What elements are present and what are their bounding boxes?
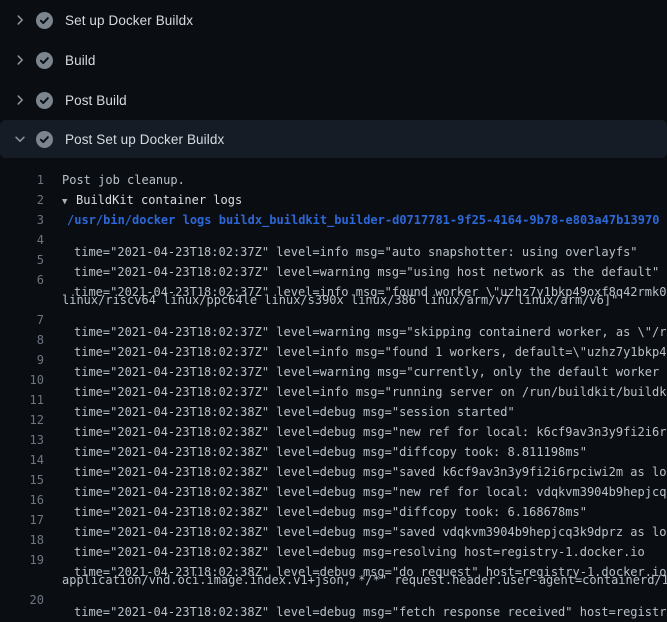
log-line-text: time="2021-04-23T18:02:38Z" level=debug … xyxy=(74,590,667,622)
log-line: 5time="2021-04-23T18:02:37Z" level=warni… xyxy=(0,250,667,270)
log-line-number[interactable]: 3 xyxy=(0,210,44,230)
log-line-number[interactable]: 11 xyxy=(0,390,44,410)
log-line: 7time="2021-04-23T18:02:37Z" level=warni… xyxy=(0,310,667,330)
log-line: 16time="2021-04-23T18:02:38Z" level=debu… xyxy=(0,490,667,510)
chevron-right-icon xyxy=(12,12,28,28)
step-header-set-up-docker-buildx[interactable]: Set up Docker Buildx xyxy=(0,0,667,40)
log-line-number[interactable]: 5 xyxy=(0,250,44,270)
step-header-build[interactable]: Build xyxy=(0,40,667,80)
log-line: 14time="2021-04-23T18:02:38Z" level=debu… xyxy=(0,450,667,470)
log-line: 6time="2021-04-23T18:02:37Z" level=info … xyxy=(0,270,667,290)
check-circle-icon xyxy=(36,92,53,109)
log-line: 8time="2021-04-23T18:02:37Z" level=info … xyxy=(0,330,667,350)
step-label: Set up Docker Buildx xyxy=(65,13,193,28)
log-line-number[interactable]: 15 xyxy=(0,470,44,490)
log-line-text: Post job cleanup. xyxy=(62,170,185,190)
step-label: Build xyxy=(65,53,96,68)
log-line-number[interactable]: 4 xyxy=(0,230,44,250)
log-line-number[interactable]: 2 xyxy=(0,190,44,210)
chevron-down-icon xyxy=(12,131,28,147)
log-line: 1 Post job cleanup. xyxy=(0,170,667,190)
log-line: 10time="2021-04-23T18:02:37Z" level=info… xyxy=(0,370,667,390)
log-line: 20time="2021-04-23T18:02:38Z" level=debu… xyxy=(0,590,667,610)
log-line-number[interactable]: 10 xyxy=(0,370,44,390)
log-line-number[interactable]: 7 xyxy=(0,310,44,330)
log-line-number[interactable]: 13 xyxy=(0,430,44,450)
log-line: 11time="2021-04-23T18:02:38Z" level=debu… xyxy=(0,390,667,410)
log-line-number[interactable]: 17 xyxy=(0,510,44,530)
log-line-number[interactable]: 9 xyxy=(0,350,44,370)
log-viewer: 1 Post job cleanup. 2 ▼BuildKit container l… xyxy=(0,158,667,610)
log-line: 19time="2021-04-23T18:02:38Z" level=debu… xyxy=(0,550,667,570)
log-line-number[interactable]: 6 xyxy=(0,270,44,290)
log-line: linux/riscv64 linux/ppc64le linux/s390x … xyxy=(0,290,667,310)
log-line-number[interactable]: 8 xyxy=(0,330,44,350)
step-label: Post Build xyxy=(65,93,127,108)
log-line-text: linux/riscv64 linux/ppc64le linux/s390x … xyxy=(62,290,618,310)
step-header-post-set-up-docker-buildx[interactable]: Post Set up Docker Buildx xyxy=(0,120,667,158)
log-line: 4time="2021-04-23T18:02:37Z" level=info … xyxy=(0,230,667,250)
step-header-post-build[interactable]: Post Build xyxy=(0,80,667,120)
log-line: application/vnd.oci.image.index.v1+json,… xyxy=(0,570,667,590)
log-line-number[interactable]: 12 xyxy=(0,410,44,430)
chevron-right-icon xyxy=(12,92,28,108)
log-line: 3/usr/bin/docker logs buildx_buildkit_bu… xyxy=(0,210,667,230)
log-line: 18time="2021-04-23T18:02:38Z" level=debu… xyxy=(0,530,667,550)
log-line: 13time="2021-04-23T18:02:38Z" level=debu… xyxy=(0,430,667,450)
check-circle-icon xyxy=(36,12,53,29)
step-label: Post Set up Docker Buildx xyxy=(65,132,224,147)
check-circle-icon xyxy=(36,52,53,69)
steps-list: Set up Docker Buildx Build Post Build Post … xyxy=(0,0,667,158)
chevron-right-icon xyxy=(12,52,28,68)
group-toggle-icon[interactable]: ▼ xyxy=(62,192,76,212)
log-line: 2 ▼BuildKit container logs xyxy=(0,190,667,210)
log-line-number[interactable]: 14 xyxy=(0,450,44,470)
log-line-number[interactable]: 18 xyxy=(0,530,44,550)
log-line-number[interactable]: 16 xyxy=(0,490,44,510)
log-line-number[interactable]: 19 xyxy=(0,550,44,570)
log-line-text: ▼BuildKit container logs xyxy=(62,190,242,212)
log-command-text: /usr/bin/docker logs buildx_buildkit_bui… xyxy=(67,210,659,230)
log-line: 9time="2021-04-23T18:02:37Z" level=warni… xyxy=(0,350,667,370)
log-line-text: application/vnd.oci.image.index.v1+json,… xyxy=(62,570,667,590)
log-line-number[interactable]: 20 xyxy=(0,590,44,610)
log-line: 12time="2021-04-23T18:02:38Z" level=debu… xyxy=(0,410,667,430)
log-line-number[interactable]: 1 xyxy=(0,170,44,190)
group-title[interactable]: BuildKit container logs xyxy=(76,193,242,207)
log-line: 15time="2021-04-23T18:02:38Z" level=debu… xyxy=(0,470,667,490)
check-circle-icon xyxy=(36,131,53,148)
log-line: 17time="2021-04-23T18:02:38Z" level=debu… xyxy=(0,510,667,530)
